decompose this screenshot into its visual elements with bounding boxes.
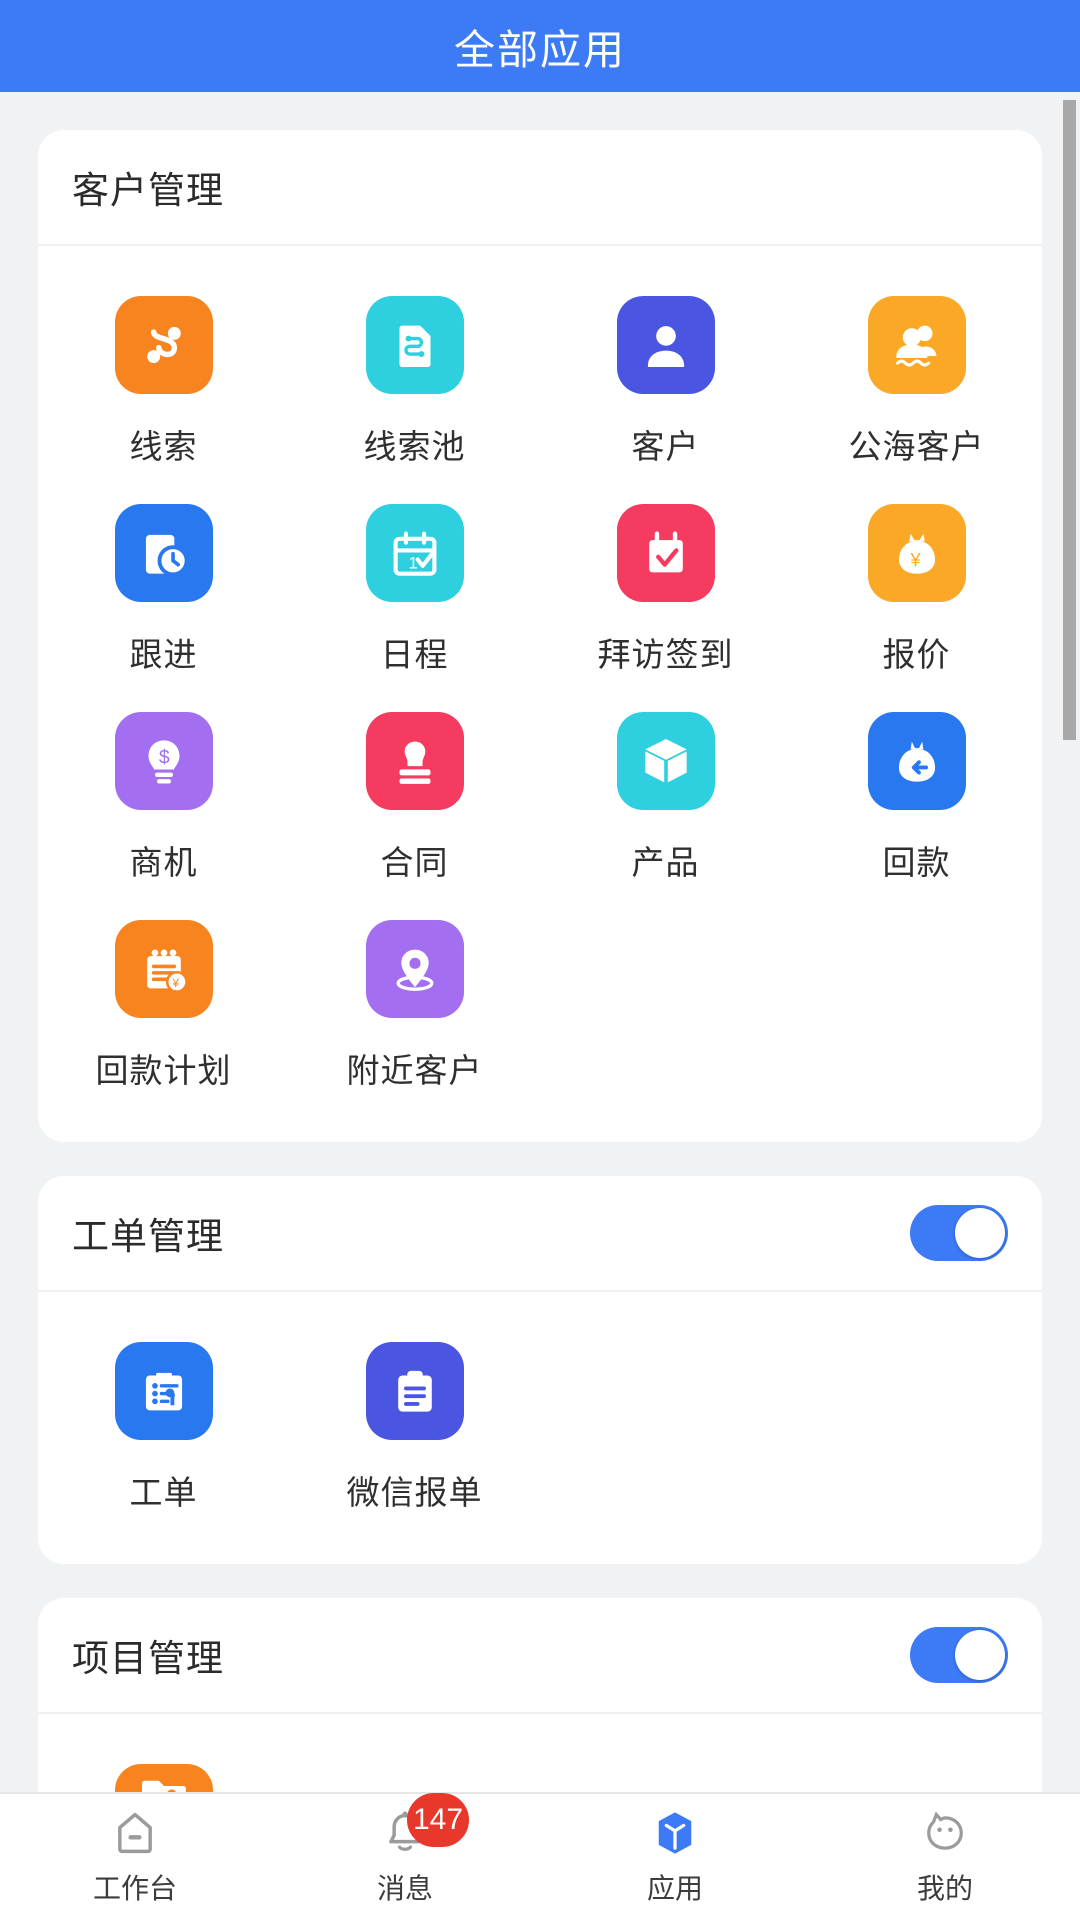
app-tile[interactable]: 合同 [289, 698, 540, 906]
app-label: 报价 [882, 636, 951, 673]
bell-icon: 147 [379, 1793, 470, 1859]
app-label: 线索池 [363, 428, 466, 465]
lead-pool-icon [365, 296, 464, 394]
visit-checkin-icon [616, 504, 715, 602]
section-title: 工单管理 [72, 1216, 224, 1257]
app-label: 回款计划 [95, 1052, 232, 1089]
tab-label: 工作台 [92, 1873, 177, 1904]
app-label: 商机 [129, 844, 198, 881]
page-header: 全部应用 [0, 0, 1080, 92]
svg-text:¥: ¥ [171, 977, 179, 990]
notification-badge: 147 [407, 1793, 470, 1847]
app-tile[interactable]: 客户 [540, 282, 791, 490]
cube-icon [649, 1807, 701, 1859]
tab-cube[interactable]: 应用 [540, 1807, 810, 1907]
app-tile[interactable]: 1 日程 [289, 490, 540, 698]
app-label: 产品 [631, 844, 700, 881]
svg-text:¥: ¥ [909, 550, 921, 570]
section-header: 工单管理 [38, 1176, 1042, 1292]
app-tile[interactable]: 线索池 [289, 282, 540, 490]
sections-list: 客户管理线索 线索池 客户 公海客户跟进 1 日程 拜访签到 ¥ 报价 $ 商机 合同 产品 回款 ¥ 回款计… [0, 92, 1080, 1792]
app-tile[interactable]: 公海客户 [791, 282, 1042, 490]
page-title: 全部应用 [454, 27, 626, 73]
app-tile[interactable]: 产品 [540, 698, 791, 906]
project-share-icon [114, 1764, 213, 1792]
section-title: 客户管理 [72, 170, 224, 211]
work-order-icon [114, 1342, 213, 1440]
app-grid: 线索 线索池 客户 公海客户跟进 1 日程 拜访签到 ¥ 报价 $ 商机 合同 产品 回款 ¥ 回款计划 附近客… [38, 246, 1042, 1142]
payment-icon [867, 712, 966, 810]
app-label: 附近客户 [346, 1052, 483, 1089]
quote-icon: ¥ [867, 504, 966, 602]
home-icon [109, 1807, 161, 1859]
app-tile[interactable]: 回款 [791, 698, 1042, 906]
vertical-scrollbar[interactable] [1063, 100, 1076, 740]
tab-label: 消息 [376, 1873, 433, 1904]
app-tile[interactable]: ¥ 报价 [791, 490, 1042, 698]
wechat-report-icon [365, 1342, 464, 1440]
schedule-icon: 1 [365, 504, 464, 602]
app-tile[interactable]: 跟进 [38, 490, 289, 698]
section-toggle[interactable] [910, 1627, 1008, 1683]
customer-icon [616, 296, 715, 394]
public-customer-icon [867, 296, 966, 394]
app-label: 线索 [129, 428, 198, 465]
scroll-container[interactable]: 客户管理线索 线索池 客户 公海客户跟进 1 日程 拜访签到 ¥ 报价 $ 商机 合同 产品 回款 ¥ 回款计… [0, 92, 1080, 1792]
app-tile[interactable]: 线索 [38, 282, 289, 490]
section-title: 项目管理 [72, 1638, 224, 1679]
app-label: 客户 [631, 428, 700, 465]
app-tile[interactable]: 工单 [38, 1328, 289, 1536]
app-tile[interactable]: 拜访签到 [540, 490, 791, 698]
app-tile[interactable] [38, 1750, 289, 1792]
app-tile[interactable]: $ 商机 [38, 698, 289, 906]
tab-profile[interactable]: 我的 [810, 1807, 1080, 1907]
section-card: 客户管理线索 线索池 客户 公海客户跟进 1 日程 拜访签到 ¥ 报价 $ 商机 合同 产品 回款 ¥ 回款计… [38, 130, 1042, 1142]
app-tile[interactable]: 附近客户 [289, 906, 540, 1114]
app-label: 合同 [380, 844, 449, 881]
bottom-navigation: 工作台 147 消息 应用 我的 [0, 1792, 1080, 1920]
section-card: 工单管理工单 微信报单 [38, 1176, 1042, 1564]
profile-icon [919, 1807, 971, 1859]
svg-text:1: 1 [408, 554, 417, 573]
tab-label: 应用 [646, 1873, 703, 1904]
toggle-knob [955, 1208, 1005, 1258]
app-tile[interactable]: ¥ 回款计划 [38, 906, 289, 1114]
app-label: 公海客户 [848, 428, 985, 465]
tab-home[interactable]: 工作台 [0, 1807, 270, 1907]
nearby-customer-icon [365, 920, 464, 1018]
product-icon [616, 712, 715, 810]
app-label: 回款 [882, 844, 951, 881]
section-header: 客户管理 [38, 130, 1042, 246]
app-tile[interactable]: 微信报单 [289, 1328, 540, 1536]
svg-text:$: $ [158, 747, 169, 769]
opportunity-icon: $ [114, 712, 213, 810]
section-card: 项目管理 [38, 1598, 1042, 1792]
app-label: 微信报单 [346, 1474, 483, 1511]
app-label: 工单 [129, 1474, 198, 1511]
app-screen: 全部应用 客户管理 线索 线索池 客户 公海客户 跟进 1 日程 拜访签到 ¥ 报价 $ 商机 合同 产品回… [0, 0, 1080, 1920]
app-label: 日程 [380, 636, 449, 673]
section-toggle[interactable] [910, 1205, 1008, 1261]
app-label: 拜访签到 [597, 636, 734, 673]
tab-label: 我的 [916, 1873, 973, 1904]
lead-icon [114, 296, 213, 394]
app-grid [38, 1714, 1042, 1792]
follow-up-icon [114, 504, 213, 602]
tab-bell[interactable]: 147 消息 [270, 1793, 540, 1907]
app-grid: 工单 微信报单 [38, 1292, 1042, 1564]
payment-plan-icon: ¥ [114, 920, 213, 1018]
toggle-knob [955, 1630, 1005, 1680]
contract-icon [365, 712, 464, 810]
section-header: 项目管理 [38, 1598, 1042, 1714]
app-label: 跟进 [129, 636, 198, 673]
